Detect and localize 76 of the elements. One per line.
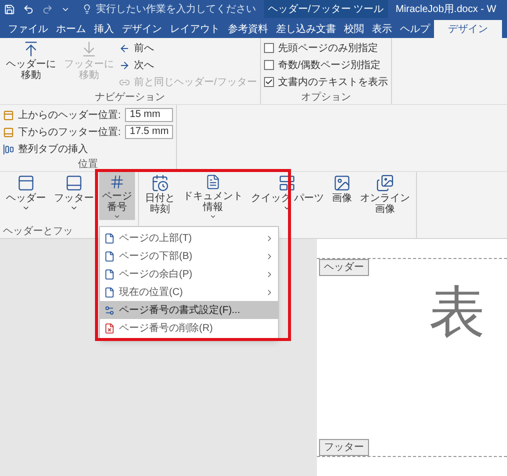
ribbon-tab[interactable]: デザイン bbox=[434, 20, 502, 38]
group-label: ナビゲーション bbox=[94, 92, 165, 103]
ribbon-button[interactable]: 次へ bbox=[119, 57, 257, 73]
spin-field[interactable]: 17.5 mm bbox=[124, 125, 173, 139]
group-label: ヘッダーとフッ bbox=[3, 226, 73, 237]
page-icon bbox=[104, 286, 115, 298]
page-footer-icon bbox=[3, 126, 14, 138]
ribbon-tab[interactable]: レイアウト bbox=[166, 20, 224, 38]
ribbon-button[interactable]: ドキュメント 情報 bbox=[180, 172, 246, 220]
page-icon bbox=[104, 232, 115, 244]
ribbon-button[interactable]: 日付と 時刻 bbox=[142, 172, 178, 220]
option-checkbox[interactable]: 文書内のテキストを表示 bbox=[264, 74, 388, 90]
arrow-left-icon bbox=[119, 42, 130, 54]
caret-icon bbox=[70, 204, 78, 212]
group-label: 位置 bbox=[78, 159, 98, 170]
ribbon-tab[interactable]: 差し込み文書 bbox=[272, 20, 340, 38]
image-icon bbox=[332, 174, 351, 192]
caret-icon bbox=[209, 212, 217, 220]
ribbon-tab[interactable]: 挿入 bbox=[90, 20, 118, 38]
menu-item[interactable]: ページの余白(P) bbox=[100, 265, 278, 283]
menu-item[interactable]: ページ番号の書式設定(F)... bbox=[100, 301, 278, 319]
menu-item[interactable]: ページの上部(T) bbox=[100, 229, 278, 247]
group-label: オプション bbox=[300, 92, 351, 103]
align-tab-icon bbox=[3, 144, 14, 154]
undo-icon[interactable] bbox=[23, 4, 34, 14]
arrow-right-icon bbox=[119, 60, 130, 70]
header-tag: ヘッダー bbox=[319, 259, 369, 276]
ribbon-tab[interactable]: 参考資料 bbox=[224, 20, 272, 38]
footer-tag: フッター bbox=[319, 439, 369, 456]
settings-icon bbox=[104, 304, 115, 316]
window-title: MiracleJob用.docx - W bbox=[396, 2, 496, 16]
images-icon bbox=[376, 174, 394, 192]
page-header-icon bbox=[17, 174, 35, 192]
layout-icon bbox=[278, 174, 296, 192]
ribbon-tab[interactable]: デザイン bbox=[118, 20, 166, 38]
spin-field[interactable]: 15 mm bbox=[124, 108, 173, 122]
ribbon-button[interactable]: オンライン 画像 bbox=[356, 172, 413, 220]
spin-label: 上からのヘッダー位置: bbox=[18, 108, 121, 122]
page-header-icon bbox=[3, 110, 14, 120]
checkbox[interactable] bbox=[264, 60, 274, 70]
menu-item[interactable]: ページ番号の削除(R) bbox=[100, 319, 278, 337]
document-icon bbox=[204, 174, 222, 190]
option-checkbox[interactable]: 奇数/偶数ページ別指定 bbox=[264, 57, 388, 73]
delete-page-icon bbox=[104, 322, 115, 334]
save-icon[interactable] bbox=[4, 4, 15, 14]
checkbox[interactable] bbox=[264, 43, 274, 53]
arrow-up-icon bbox=[22, 40, 40, 58]
menu-item[interactable]: ページの下部(B) bbox=[100, 247, 278, 265]
check-icon bbox=[264, 78, 273, 86]
ribbon-tab[interactable]: 校閲 bbox=[340, 20, 368, 38]
checkbox[interactable] bbox=[264, 77, 274, 87]
caret-icon bbox=[113, 212, 121, 220]
arrow-down-icon bbox=[80, 40, 98, 58]
page-heading: 表 bbox=[429, 280, 485, 344]
ribbon-button[interactable]: 前へ bbox=[119, 40, 257, 56]
lightbulb-icon bbox=[82, 4, 92, 14]
ribbon-button[interactable]: ヘッダーに 移動 bbox=[3, 38, 59, 86]
ribbon-tab[interactable]: ホーム bbox=[52, 20, 90, 38]
ribbon-tab[interactable]: ヘルプ bbox=[396, 20, 434, 38]
page-icon bbox=[104, 250, 115, 262]
menu-item[interactable]: 現在の位置(C) bbox=[100, 283, 278, 301]
option-checkbox[interactable]: 先頭ページのみ別指定 bbox=[264, 40, 388, 56]
ribbon-button[interactable]: ページ 番号 bbox=[99, 172, 135, 220]
ribbon-tab[interactable]: ファイル bbox=[4, 20, 52, 38]
contextual-label: ヘッダー/フッター ツール bbox=[264, 0, 388, 18]
calendar-clock-icon bbox=[151, 174, 169, 192]
page-footer-icon bbox=[65, 174, 83, 192]
page-icon bbox=[104, 268, 115, 280]
caret-icon bbox=[22, 204, 30, 212]
ribbon-button[interactable]: 画像 bbox=[328, 172, 355, 220]
ribbon-button[interactable]: フッター bbox=[51, 172, 97, 220]
spin-label: 下からのフッター位置: bbox=[18, 126, 121, 140]
ribbon-tab[interactable]: 表示 bbox=[368, 20, 396, 38]
ribbon-button[interactable]: 整列タブの挿入 bbox=[3, 141, 173, 157]
tell-me-field[interactable]: 実行したい作業を入力してください bbox=[82, 2, 256, 16]
ribbon-button[interactable]: ヘッダー bbox=[3, 172, 49, 220]
